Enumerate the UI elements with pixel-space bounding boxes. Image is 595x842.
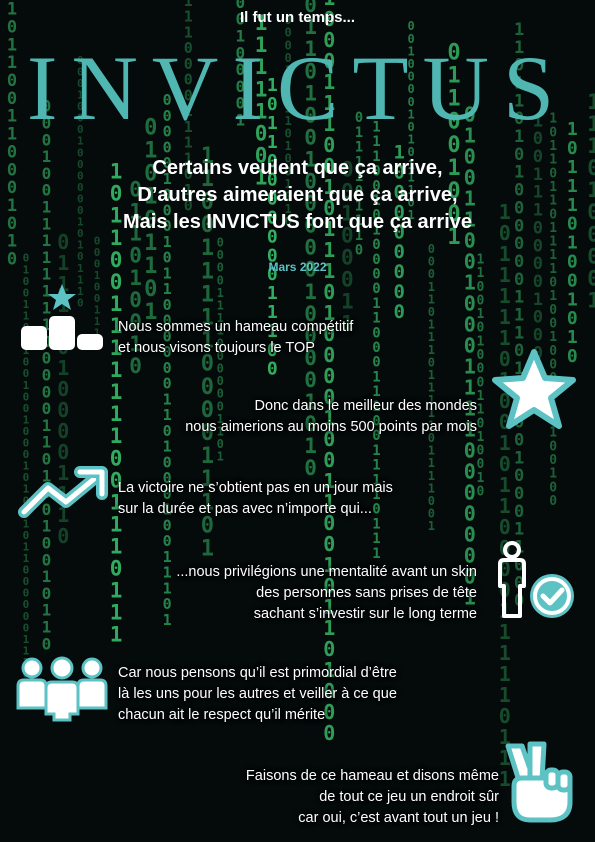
section-text: Car nous pensons qu’il est primordial d’…: [118, 665, 397, 723]
svg-text:0: 0: [304, 236, 317, 260]
motto-line: D’autres aimeraient que ça arrive,: [137, 184, 458, 206]
svg-text:1: 1: [372, 311, 380, 327]
svg-text:1: 1: [304, 280, 317, 304]
victory-hand-icon: [505, 741, 573, 823]
svg-text:0: 0: [304, 368, 317, 392]
date-label: Mars 2022: [268, 260, 327, 274]
svg-text:0: 0: [57, 524, 69, 548]
team-icon: [16, 656, 108, 722]
section-text: Donc dans le meilleur des mondes nous ai…: [185, 398, 477, 435]
svg-text:1: 1: [587, 288, 595, 312]
svg-text:0: 0: [477, 485, 485, 500]
person-check-icon: [498, 541, 574, 618]
svg-text:1: 1: [372, 458, 380, 474]
svg-text:1: 1: [428, 519, 435, 533]
svg-text:0: 0: [372, 237, 380, 253]
svg-text:0: 0: [42, 634, 52, 653]
svg-text:1: 1: [110, 292, 123, 316]
svg-text:1: 1: [355, 140, 363, 156]
svg-text:1: 1: [163, 611, 172, 629]
svg-text:0: 0: [372, 340, 380, 356]
svg-text:1: 1: [110, 623, 123, 647]
svg-text:1: 1: [201, 444, 214, 469]
svg-text:0: 0: [567, 308, 578, 329]
svg-text:0: 0: [144, 277, 157, 302]
svg-text:0: 0: [394, 281, 405, 303]
trend-up-icon: [18, 466, 108, 518]
svg-text:0: 0: [267, 359, 278, 380]
motto: Certains veulent que ça arrive, D’autres…: [0, 155, 595, 236]
svg-text:1: 1: [372, 443, 380, 459]
svg-text:0: 0: [372, 355, 380, 371]
svg-text:1: 1: [110, 402, 123, 426]
svg-text:1: 1: [372, 369, 380, 385]
svg-text:0: 0: [372, 281, 380, 297]
svg-text:1: 1: [110, 424, 123, 448]
svg-text:0: 0: [372, 325, 380, 341]
svg-text:1: 1: [217, 450, 224, 464]
svg-text:1: 1: [201, 537, 214, 562]
svg-text:1: 1: [567, 289, 578, 310]
svg-text:0: 0: [110, 557, 123, 581]
svg-text:1: 1: [110, 535, 123, 559]
svg-text:0: 0: [129, 288, 142, 312]
svg-text:0: 0: [549, 494, 557, 509]
svg-text:1: 1: [110, 380, 123, 404]
star-icon: [492, 349, 576, 429]
motto-line: Certains veulent que ça arrive,: [152, 157, 443, 179]
svg-text:1: 1: [372, 531, 380, 547]
svg-text:1: 1: [110, 579, 123, 603]
svg-text:1: 1: [110, 601, 123, 625]
poster-title: INVICTUS: [26, 37, 569, 139]
svg-text:1: 1: [567, 327, 578, 348]
svg-text:1: 1: [372, 546, 380, 562]
svg-text:0: 0: [355, 243, 363, 259]
podium-star-icon: [21, 284, 103, 350]
section-text: La victoire ne s’obtient pas en un jour …: [118, 480, 393, 517]
svg-text:1: 1: [372, 296, 380, 312]
svg-text:1: 1: [341, 290, 354, 314]
motto-line: Mais les INVICTUS font que ça arrive: [123, 211, 472, 233]
poster: 1011001100010100100110010010010001010010…: [0, 0, 595, 842]
svg-text:0: 0: [394, 301, 405, 323]
svg-text:1: 1: [201, 282, 214, 307]
svg-text:1: 1: [267, 283, 278, 304]
intro-text: Il fut un temps...: [240, 9, 355, 26]
section-text: Nous sommes un hameau compétitif et nous…: [118, 319, 354, 356]
svg-text:1: 1: [201, 236, 214, 261]
svg-text:0: 0: [304, 456, 317, 480]
section-text: Faisons de ce hameau et disons même de t…: [245, 768, 499, 826]
section-text: ...nous privilégions une mentalité avant…: [176, 564, 477, 622]
svg-text:1: 1: [110, 358, 123, 382]
